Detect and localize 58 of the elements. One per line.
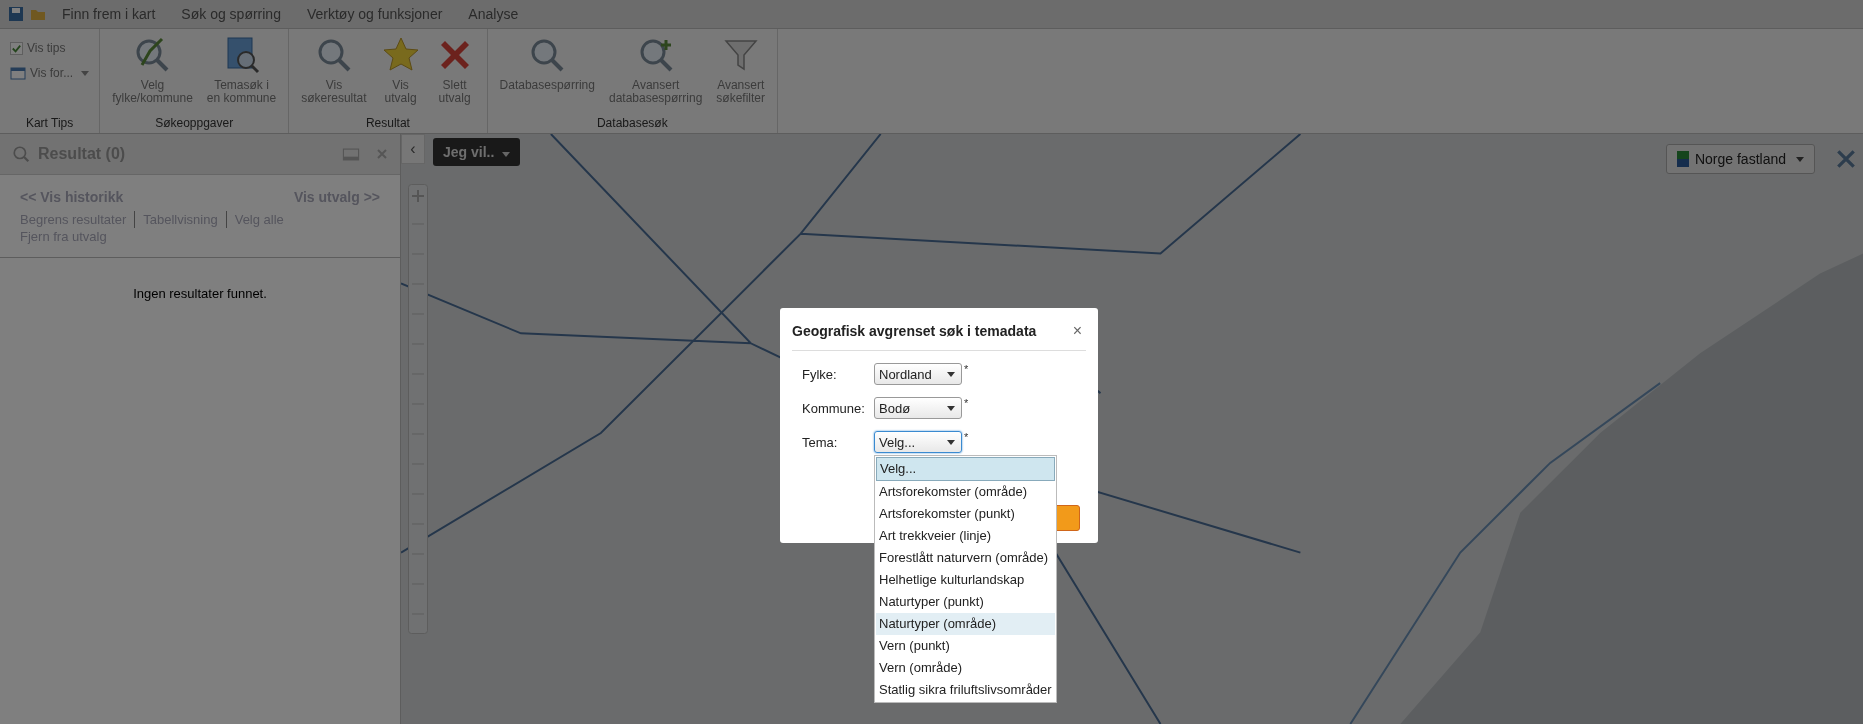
caret-icon (502, 152, 511, 157)
required-mark: * (964, 397, 969, 409)
search-icon (12, 145, 30, 163)
toolbar-button[interactable]: Slett utvalg (428, 33, 481, 107)
menu-item[interactable]: Søk og spørring (171, 6, 291, 22)
dialog-title: Geografisk avgrenset søk i temadata (792, 323, 1037, 339)
save-icon[interactable] (8, 6, 24, 22)
toolbar-button[interactable]: Vis tips (6, 39, 94, 57)
toolbar-button[interactable]: Avansert databasespørring (602, 33, 709, 107)
field-label: Kommune: (802, 400, 866, 416)
close-button[interactable]: × (1068, 322, 1086, 340)
dropdown-option[interactable]: Forestlått naturvern (område) (876, 547, 1055, 569)
toolbar-button[interactable]: Avansert søkefilter (710, 33, 772, 107)
empty-message: Ingen resultater funnet. (133, 286, 267, 301)
checkbox[interactable] (10, 41, 23, 55)
group-label: Resultat (364, 115, 411, 132)
group-label: Søkeoppgaver (154, 115, 235, 132)
group-label: Kart Tips (24, 115, 75, 132)
tools-icon[interactable] (1835, 148, 1857, 170)
toolbar-button[interactable]: Velg fylke/kommune (106, 33, 199, 107)
caret-icon (81, 70, 90, 76)
dropdown-option[interactable]: Velg... (876, 457, 1055, 481)
menu-item[interactable]: Verktøy og funksjoner (296, 6, 453, 22)
dropdown-option[interactable]: Vern (punkt) (876, 635, 1055, 657)
toolbar-button[interactable]: Temasøk i en kommune (200, 33, 283, 107)
toolbar-button[interactable]: Databasespørring (493, 33, 601, 94)
menu-item[interactable]: Finn frem i kart (52, 6, 166, 22)
flag-icon (1676, 151, 1689, 167)
required-mark: * (964, 431, 969, 443)
group-label: Databasesøk (595, 115, 669, 132)
dropdown-option[interactable]: Naturtyper (punkt) (876, 591, 1055, 613)
menu-item[interactable]: Analyse (458, 6, 529, 22)
caret-icon (947, 371, 955, 377)
dropdown-option[interactable]: Vern (område) (876, 657, 1055, 679)
select-field[interactable]: Bodø (874, 397, 962, 419)
select-field[interactable]: Velg... (874, 431, 962, 453)
dropdown-option[interactable]: Statlig sikra friluftslivsområder (876, 679, 1055, 701)
toolbar-button[interactable]: Vis for... (6, 63, 94, 83)
collapse-button[interactable]: ‹ (401, 134, 425, 164)
dropdown-option[interactable]: Naturtyper (område) (876, 613, 1055, 635)
region-selector[interactable]: Norge fastland (1665, 144, 1815, 174)
field-label: Fylke: (802, 366, 838, 382)
select-field[interactable]: Nordland (874, 363, 962, 385)
window-icon (10, 65, 26, 81)
dropdown-option[interactable]: Artsforekomster (område) (876, 481, 1055, 503)
caret-icon (947, 405, 955, 411)
dropdown-option[interactable]: Helhetlige kulturlandskap (876, 569, 1055, 591)
toolbar-button[interactable]: Vis utvalg (374, 33, 427, 107)
caret-icon (947, 439, 955, 445)
dropdown-option[interactable]: Art trekkveier (linje) (876, 525, 1055, 547)
required-mark: * (964, 363, 969, 375)
menu-button[interactable]: Jeg vil.. (433, 138, 521, 166)
close-icon[interactable] (376, 148, 388, 160)
field-label: Tema: (802, 434, 839, 450)
caret-icon (1796, 156, 1804, 162)
minimize-icon[interactable] (342, 147, 360, 161)
toolbar-button[interactable]: Vis søkeresultat (295, 33, 373, 107)
dropdown-option[interactable]: Artsforekomster (punkt) (876, 503, 1055, 525)
